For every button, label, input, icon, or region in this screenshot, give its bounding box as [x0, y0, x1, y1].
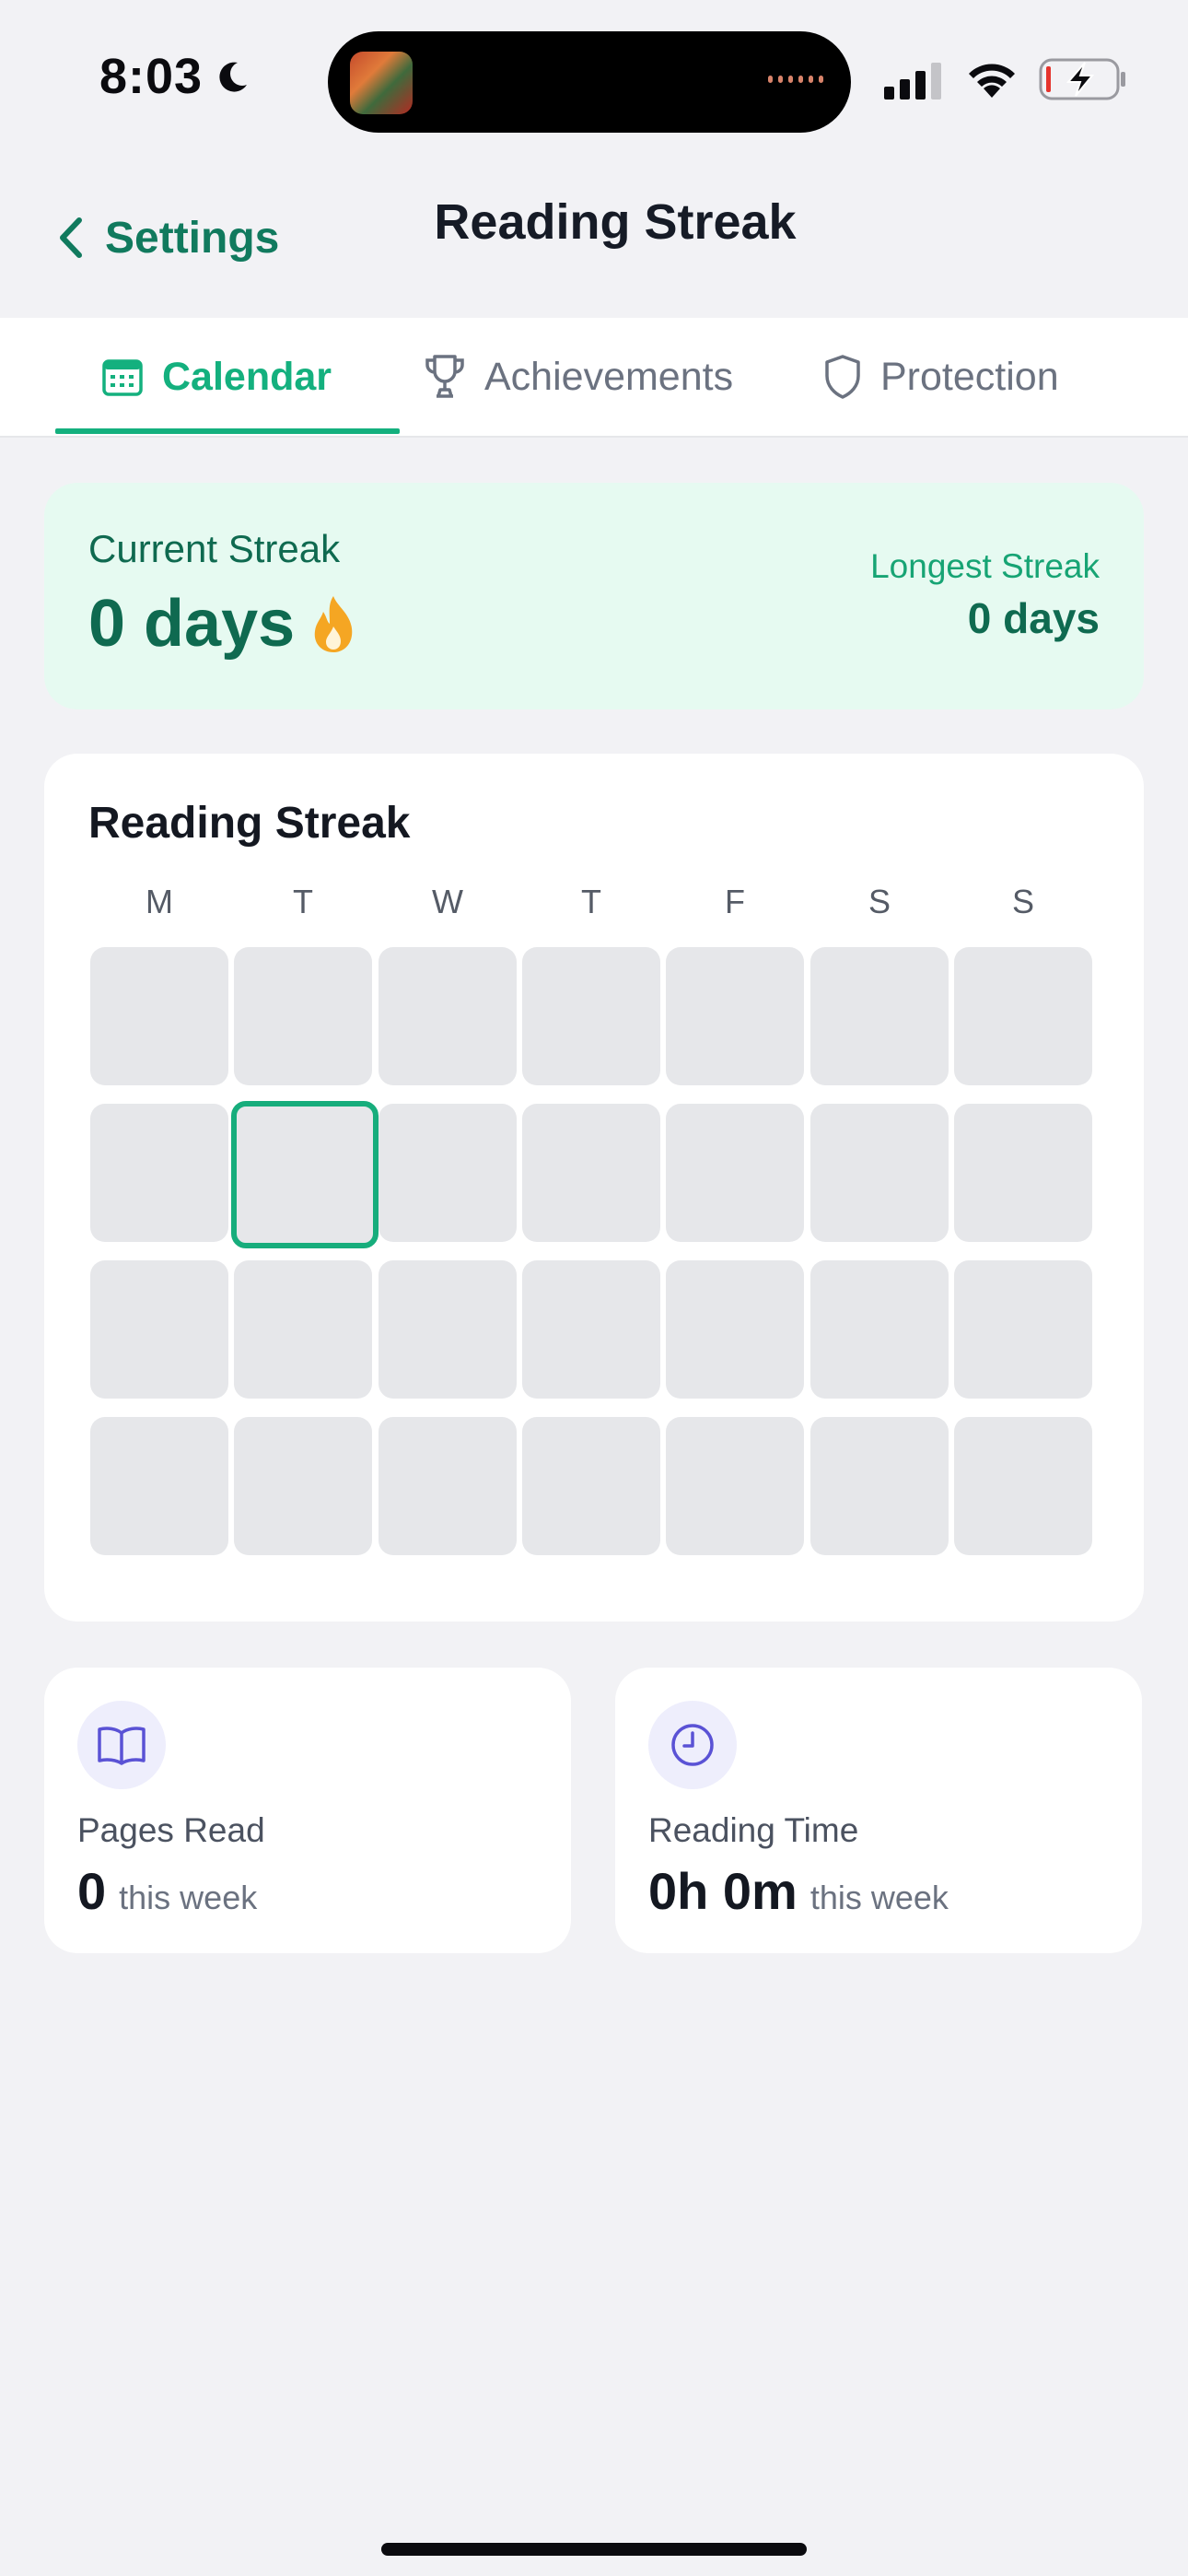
calendar-day[interactable]	[666, 947, 804, 1085]
pages-read-card: Pages Read 0 this week	[44, 1668, 571, 1953]
reading-time-unit: this week	[809, 1879, 949, 1916]
tab-bar: Calendar Achievements Protection	[0, 318, 1188, 438]
calendar-title: Reading Streak	[88, 799, 411, 848]
calendar-day[interactable]	[379, 1417, 517, 1555]
calendar-day[interactable]	[234, 947, 372, 1085]
calendar-day[interactable]	[522, 1417, 660, 1555]
tab-achievements[interactable]: Achievements	[424, 318, 733, 436]
current-streak-value: 0 days	[88, 587, 296, 661]
status-bar: 8:03	[0, 0, 1188, 157]
calendar-day[interactable]	[666, 1260, 804, 1399]
pages-read-value-row: 0 this week	[77, 1861, 257, 1921]
page-title-text: Reading Streak	[434, 194, 797, 250]
weekday-header: S	[1011, 883, 1034, 920]
calendar-day[interactable]	[522, 947, 660, 1085]
pages-read-label: Pages Read	[77, 1811, 265, 1849]
reading-time-card: Reading Time 0h 0m this week	[615, 1668, 1142, 1953]
tab-protection-label: Protection	[880, 354, 1059, 399]
reading-time-value-row: 0h 0m this week	[648, 1861, 949, 1921]
tab-calendar[interactable]: Calendar	[101, 318, 332, 436]
longest-streak-value: 0 days	[967, 594, 1100, 642]
calendar-day[interactable]	[810, 1260, 949, 1399]
shield-icon	[825, 355, 860, 399]
calendar-day[interactable]	[234, 1417, 372, 1555]
calendar-day[interactable]	[666, 1417, 804, 1555]
now-playing-artwork	[350, 52, 413, 114]
calendar-day-today[interactable]	[231, 1101, 379, 1248]
calendar-day[interactable]	[810, 1417, 949, 1555]
calendar-day[interactable]	[954, 1260, 1092, 1399]
tab-protection[interactable]: Protection	[823, 318, 1059, 436]
reading-time-label: Reading Time	[648, 1811, 859, 1849]
calendar-day[interactable]	[90, 1260, 228, 1399]
fire-icon	[314, 596, 353, 652]
cellular-signal-icon	[884, 63, 941, 100]
trophy-icon	[425, 355, 464, 398]
calendar-day[interactable]	[90, 1104, 228, 1242]
reading-time-value: 0h 0m	[648, 1862, 798, 1920]
status-time: 8:03	[99, 49, 204, 104]
book-icon	[98, 1727, 146, 1765]
audio-waveform-icon	[768, 76, 823, 83]
wifi-icon	[969, 64, 1015, 98]
streak-summary-card: Current Streak 0 days Longest Streak 0 d…	[44, 483, 1144, 709]
calendar-day[interactable]	[90, 947, 228, 1085]
current-streak-label: Current Streak	[88, 527, 341, 570]
nav-bar: Settings Reading Streak	[0, 157, 1188, 318]
pages-read-value: 0	[77, 1862, 107, 1920]
page-title: Reading Streak	[0, 193, 1188, 251]
calendar-day[interactable]	[810, 1104, 949, 1242]
home-indicator[interactable]	[381, 2543, 807, 2556]
calendar-day[interactable]	[379, 1104, 517, 1242]
calendar-day[interactable]	[954, 1417, 1092, 1555]
clock-icon	[671, 1724, 714, 1766]
streak-calendar-card: Reading Streak M T W T F S S	[44, 754, 1144, 1622]
weekday-header: W	[432, 883, 463, 920]
tab-achievements-label: Achievements	[484, 354, 734, 399]
calendar-day[interactable]	[234, 1260, 372, 1399]
calendar-icon	[102, 359, 143, 396]
active-tab-indicator	[55, 428, 400, 434]
reading-time-icon-badge	[648, 1701, 737, 1789]
weekday-header: T	[293, 883, 313, 920]
calendar-day[interactable]	[522, 1260, 660, 1399]
calendar-day[interactable]	[810, 947, 949, 1085]
calendar-day[interactable]	[522, 1104, 660, 1242]
calendar-day[interactable]	[954, 1104, 1092, 1242]
dynamic-island	[328, 31, 851, 133]
weekday-header: S	[868, 883, 891, 920]
pages-read-icon-badge	[77, 1701, 166, 1789]
calendar-day[interactable]	[954, 947, 1092, 1085]
weekday-header: F	[725, 883, 745, 920]
longest-streak-label: Longest Streak	[870, 547, 1100, 585]
calendar-day[interactable]	[666, 1104, 804, 1242]
calendar-day[interactable]	[379, 947, 517, 1085]
weekday-header: T	[581, 883, 601, 920]
tab-calendar-label: Calendar	[162, 354, 332, 399]
current-streak-value-row: 0 days	[88, 586, 357, 662]
calendar-day[interactable]	[90, 1417, 228, 1555]
weekday-header: M	[146, 883, 173, 920]
pages-read-unit: this week	[119, 1879, 258, 1916]
calendar-day[interactable]	[379, 1260, 517, 1399]
battery-charging-icon	[1039, 58, 1125, 100]
moon-icon	[219, 62, 247, 92]
